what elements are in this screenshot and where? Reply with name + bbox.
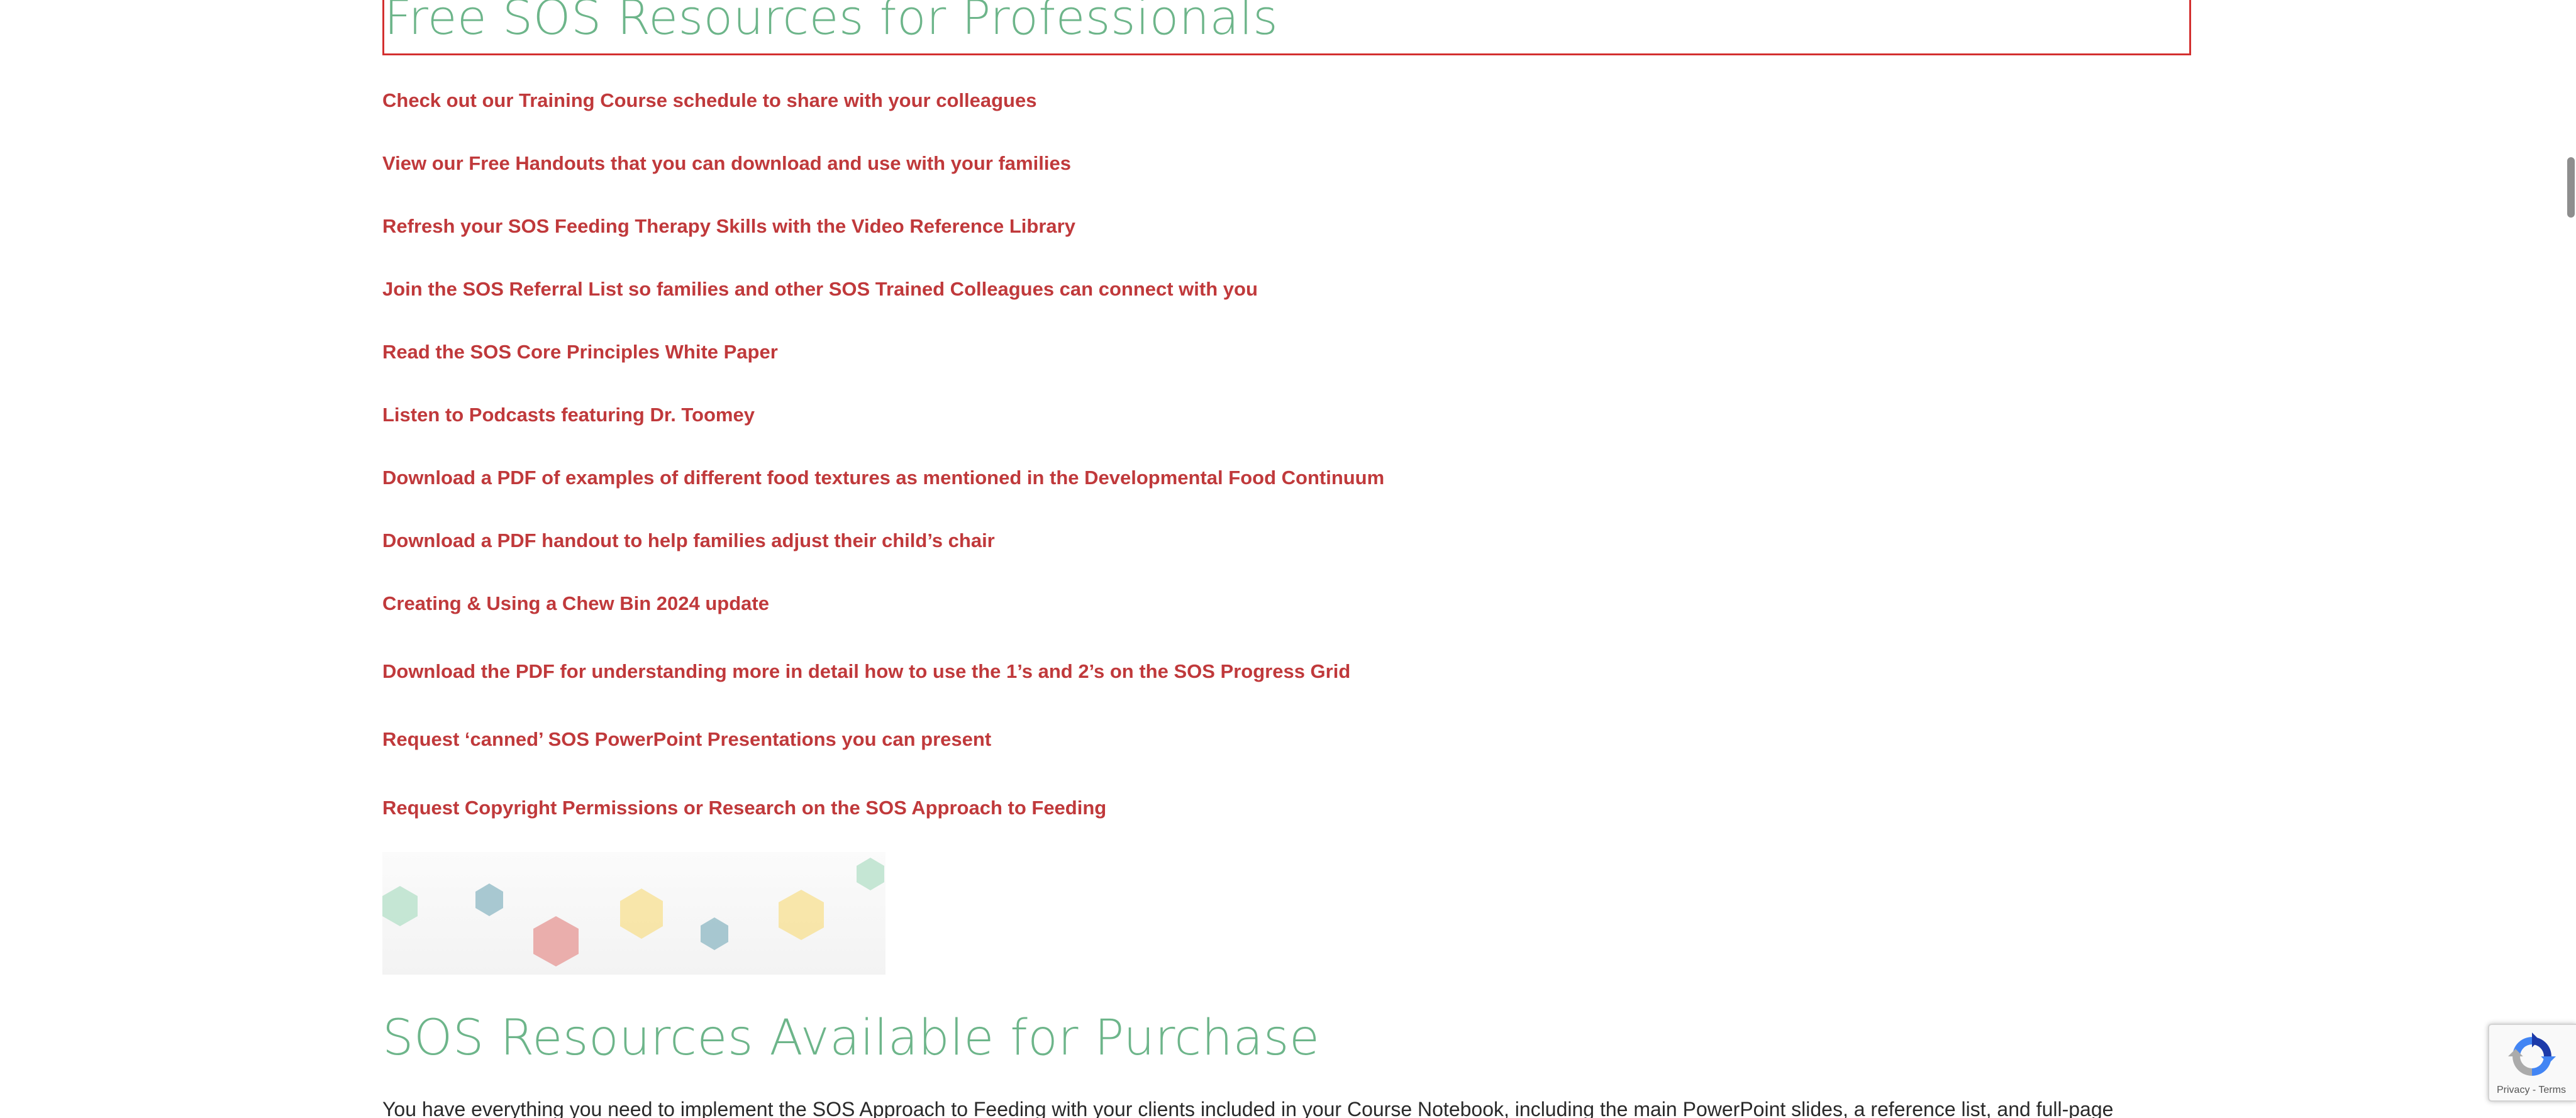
link-food-textures-pdf[interactable]: Download a PDF of examples of different … (382, 465, 1384, 490)
hexagon-red-1 (533, 916, 579, 966)
free-resources-heading: Free SOS Resources for Professionals (384, 0, 1279, 45)
scrollbar-thumb[interactable] (2567, 157, 2575, 218)
link-free-handouts[interactable]: View our Free Handouts that you can down… (382, 151, 1071, 176)
purchase-intro-paragraph: You have everything you need to implemen… (382, 1098, 2114, 1118)
link-core-principles-white-paper[interactable]: Read the SOS Core Principles White Paper (382, 340, 778, 365)
purchase-resources-heading: SOS Resources Available for Purchase (382, 1010, 1320, 1066)
link-video-reference-library[interactable]: Refresh your SOS Feeding Therapy Skills … (382, 214, 1075, 239)
link-copyright-permissions[interactable]: Request Copyright Permissions or Researc… (382, 795, 1106, 821)
link-chew-bin[interactable]: Creating & Using a Chew Bin 2024 update (382, 591, 769, 616)
link-referral-list[interactable]: Join the SOS Referral List so families a… (382, 277, 1258, 302)
link-podcasts[interactable]: Listen to Podcasts featuring Dr. Toomey (382, 402, 755, 428)
hexagon-decoration-image (382, 852, 886, 975)
recaptcha-privacy-terms[interactable]: Privacy - Terms (2497, 1084, 2566, 1097)
hexagon-yellow-2 (779, 890, 824, 940)
link-powerpoint-presentations[interactable]: Request ‘canned’ SOS PowerPoint Presenta… (382, 727, 991, 752)
focused-heading-outline: Free SOS Resources for Professionals (382, 0, 2191, 55)
hexagon-blue-2 (701, 917, 728, 950)
hexagon-pattern-graphic (382, 858, 884, 966)
hexagon-yellow-1 (620, 888, 663, 939)
recaptcha-icon (2508, 1032, 2556, 1076)
page-scrollbar[interactable] (2561, 0, 2576, 1118)
link-chair-handout-pdf[interactable]: Download a PDF handout to help families … (382, 528, 995, 553)
page: Free SOS Resources for Professionals Che… (0, 0, 2576, 1118)
hexagon-green-2 (857, 858, 884, 890)
hexagon-green-1 (382, 886, 418, 926)
link-training-course-schedule[interactable]: Check out our Training Course schedule t… (382, 88, 1036, 113)
recaptcha-badge[interactable]: Privacy - Terms (2488, 1024, 2576, 1102)
hexagon-blue-1 (475, 883, 503, 916)
link-progress-grid-pdf[interactable]: Download the PDF for understanding more … (382, 659, 1350, 684)
